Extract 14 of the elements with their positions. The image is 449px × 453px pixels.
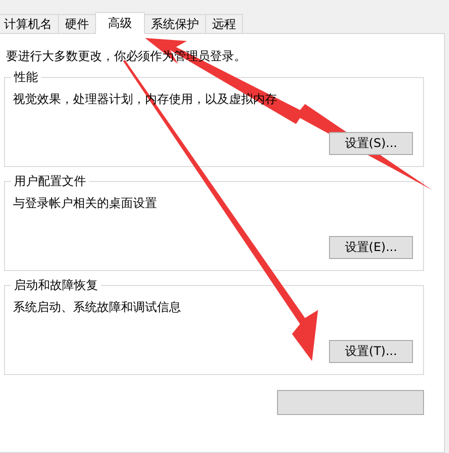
tab[interactable]: 硬件 <box>58 14 96 33</box>
group-description: 与登录帐户相关的桌面设置 <box>13 195 158 212</box>
settings-button[interactable]: 设置(S)... <box>329 132 413 155</box>
settings-button[interactable]: 设置(E)... <box>329 236 413 259</box>
blank-button[interactable] <box>277 390 424 415</box>
group-title: 启动和故障恢复 <box>11 277 101 294</box>
tab[interactable]: 远程 <box>205 14 243 33</box>
group-title: 用户配置文件 <box>11 173 89 190</box>
group-title: 性能 <box>11 69 41 86</box>
tab[interactable]: 系统保护 <box>144 14 206 33</box>
tab[interactable]: 高级 <box>95 12 145 34</box>
tab[interactable]: 计算机名 <box>0 14 59 33</box>
settings-button[interactable]: 设置(T)... <box>329 340 413 363</box>
group-description: 系统启动、系统故障和调试信息 <box>13 299 182 316</box>
